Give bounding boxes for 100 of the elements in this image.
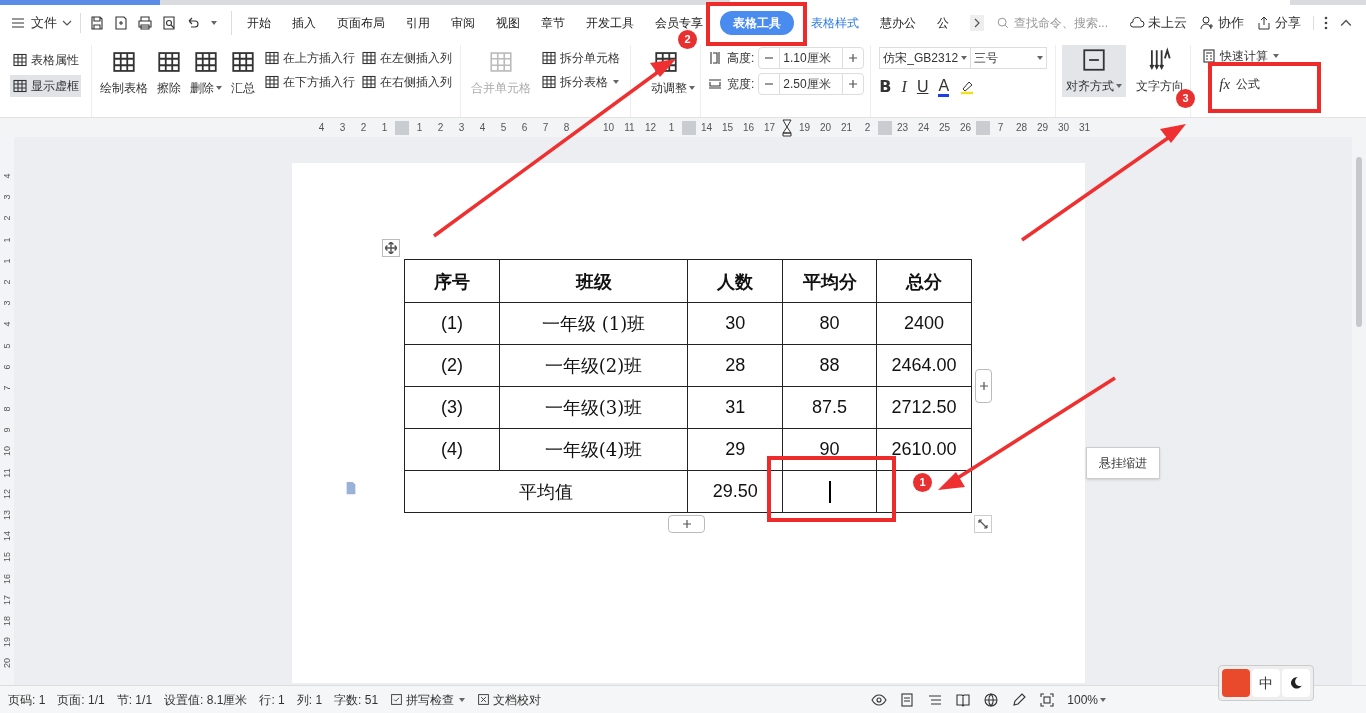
spell-check-button[interactable]: 拼写检查 (390, 690, 466, 709)
print-icon (137, 15, 153, 31)
ruler-number: 10 (601, 121, 616, 135)
ribbon-button[interactable]: 汇总 (230, 49, 256, 97)
book-icon (955, 691, 972, 708)
autofit-button[interactable]: 动调整 (636, 79, 695, 97)
ribbon-button[interactable]: 显示虚框 (10, 75, 81, 97)
ribbon-button[interactable]: 在左侧插入列 (361, 49, 452, 67)
size-field[interactable]: 2.50厘米 (780, 73, 843, 95)
table-cell: 2712.50 (876, 386, 972, 429)
ruler-number: 26 (958, 121, 973, 135)
scrollbar-thumb[interactable] (1356, 157, 1362, 327)
increase-button[interactable] (842, 73, 865, 95)
ruler-number: 4 (1, 321, 13, 327)
ruler-number: 10 (1, 446, 13, 457)
indent-marker-icon[interactable] (782, 118, 792, 137)
ruler-number: 4 (1, 173, 13, 179)
resize-icon[interactable] (978, 519, 988, 529)
chevron-right-icon[interactable] (972, 18, 982, 28)
caret-icon (216, 86, 222, 90)
ribbon-tab[interactable]: 引用 (406, 11, 430, 35)
table-cell[interactable] (782, 470, 877, 513)
status-text: 节: 1/1 (116, 691, 153, 709)
table-cell: (4) (404, 428, 500, 471)
ribbon-button[interactable]: 绘制表格 (100, 49, 148, 97)
ribbon-button[interactable]: 在上方插入行 (264, 49, 355, 67)
highlighter-icon[interactable] (959, 79, 976, 95)
ribbon-button[interactable]: 拆分单元格 (541, 49, 620, 67)
ribbon-tab[interactable]: 公 (937, 11, 949, 35)
ruler-number: 31 (1077, 121, 1092, 135)
table-cell: 一年级 (1)班 (499, 302, 688, 345)
toolbar-button[interactable]: 协作 (1199, 13, 1244, 33)
caret-icon (459, 697, 466, 702)
ruler-number: 3 (1, 300, 13, 306)
ribbon-tab[interactable]: 页面布局 (337, 11, 385, 35)
table-cell: 2610.00 (876, 428, 972, 471)
size-field[interactable]: 1.10厘米 (780, 47, 843, 69)
ribbon-button[interactable]: 删除 (190, 49, 222, 97)
add-column-button[interactable] (975, 369, 992, 403)
zoom-level[interactable]: 100% (1067, 690, 1106, 709)
decrease-button[interactable] (758, 73, 781, 95)
more-icon[interactable] (1324, 16, 1328, 30)
ribbon-button[interactable]: 表格属性 (10, 49, 81, 71)
increase-button[interactable] (842, 47, 865, 69)
ruler-number: 29 (1035, 121, 1050, 135)
status-text: 行: 1 (259, 691, 285, 709)
ruler-number: 7 (996, 121, 1005, 135)
ruler-marker[interactable] (976, 120, 990, 135)
ribbon-tab[interactable]: 开始 (247, 11, 271, 35)
ribbon-button[interactable]: 在下方插入行 (264, 73, 355, 91)
moon-icon[interactable] (1289, 676, 1303, 690)
ruler-number: 2 (359, 121, 368, 135)
ribbon-tab[interactable]: 审阅 (451, 11, 475, 35)
font-family-field[interactable]: 仿宋_GB2312 (879, 47, 972, 69)
ribbon-tab[interactable]: 开发工具 (586, 11, 634, 35)
italic-button[interactable]: I (901, 75, 907, 99)
ribbon-button[interactable]: 拆分表格 (541, 73, 620, 91)
ruler-marker[interactable] (395, 120, 409, 135)
ribbon-button[interactable]: 擦除 (156, 49, 182, 97)
table-header-cell: 班级 (499, 259, 688, 303)
caret-icon (1037, 56, 1044, 60)
ruler-marker[interactable] (878, 120, 892, 135)
decrease-button[interactable] (758, 47, 781, 69)
ruler-number: 8 (562, 121, 571, 135)
move-icon[interactable] (385, 242, 397, 254)
ribbon-tab[interactable]: 章节 (541, 11, 565, 35)
ime-mode[interactable]: 中 (1252, 669, 1280, 697)
align-button[interactable]: 对齐方式 (1062, 45, 1127, 97)
font-color-button[interactable]: A (938, 77, 950, 97)
ruler-number: 2 (1, 279, 13, 285)
ruler-marker[interactable] (682, 120, 696, 135)
status-text: 设置值: 8.1厘米 (164, 691, 248, 709)
ruler-number: 1 (667, 121, 676, 135)
file-menu[interactable]: 文件 (10, 13, 81, 33)
ribbon-button[interactable]: 在右侧插入列 (361, 73, 452, 91)
ribbon-tab[interactable]: 视图 (496, 11, 520, 35)
toolbar-button[interactable]: 分享 (1256, 13, 1301, 33)
caret-icon (688, 86, 695, 90)
underline-button[interactable]: U (916, 75, 929, 99)
ruler-number: 3 (338, 121, 347, 135)
collapse-icon[interactable] (1340, 17, 1352, 29)
add-row-button[interactable] (668, 515, 705, 533)
proofread-button[interactable]: 文档校对 (477, 690, 542, 709)
ribbon-tab[interactable]: 表格样式 (811, 11, 859, 35)
ruler-number: 1 (415, 121, 424, 135)
quick-calc-button[interactable]: 快速计算 (1201, 47, 1280, 65)
formula-button[interactable]: fx 公式 (1201, 73, 1280, 96)
bold-button[interactable]: B (879, 75, 892, 99)
toolbar-button[interactable]: 未上云 (1129, 13, 1187, 33)
table-cell: 2464.00 (876, 344, 972, 387)
ruler-number: 9 (1, 427, 13, 433)
font-size-field[interactable]: 三号 (971, 47, 1048, 69)
ribbon-tab[interactable]: 插入 (292, 11, 316, 35)
table-header-cell: 平均分 (782, 259, 877, 303)
search-icon (996, 16, 1010, 30)
caret-icon (1100, 697, 1106, 702)
caret-icon (1273, 54, 1280, 58)
ribbon-tab[interactable]: 慧办公 (880, 11, 916, 35)
ruler-number: 25 (937, 121, 952, 135)
caret-icon (961, 56, 968, 60)
